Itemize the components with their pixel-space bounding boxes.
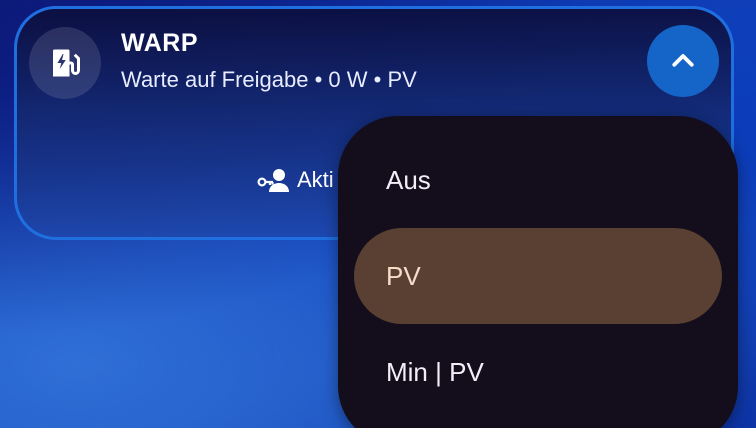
ev-charger-icon: [53, 49, 80, 77]
menu-item-aus[interactable]: Aus: [354, 132, 722, 228]
menu-item-pv[interactable]: PV: [354, 228, 722, 324]
menu-item-min-pv[interactable]: Min | PV: [354, 324, 722, 420]
app-icon-container: [29, 27, 101, 99]
action-label: Akti: [297, 167, 334, 192]
notification-title: WARP: [121, 29, 198, 57]
collapse-button[interactable]: [647, 25, 719, 97]
person-key-icon: [257, 169, 289, 192]
notification-subtitle: Warte auf Freigabe • 0 W • PV: [121, 67, 417, 92]
dropdown-menu: Aus PV Min | PV: [338, 116, 738, 428]
chevron-up-icon: [672, 54, 694, 67]
action-button[interactable]: Akti: [257, 167, 334, 193]
